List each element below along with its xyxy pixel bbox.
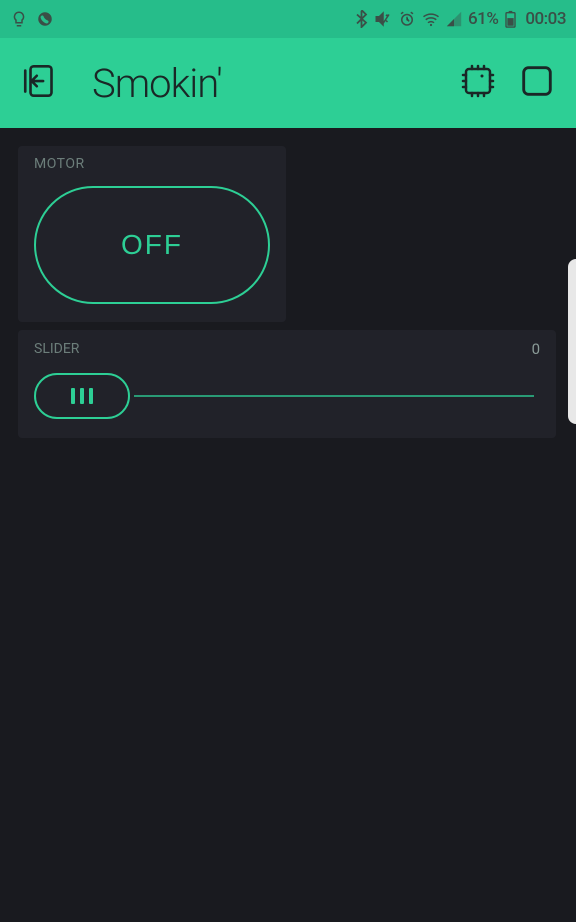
battery-icon [504, 10, 517, 28]
slider-label: SLIDER [34, 341, 79, 357]
page-title: Smokin' [92, 60, 428, 107]
motor-state-text: OFF [121, 229, 183, 261]
app-bar: Smokin' [0, 38, 576, 128]
motor-label: MOTOR [34, 156, 270, 172]
chip-icon[interactable] [458, 61, 498, 105]
exit-icon[interactable] [20, 60, 62, 106]
stop-icon[interactable] [518, 62, 556, 104]
phone-icon [36, 10, 54, 28]
slider-line [134, 395, 534, 397]
status-right: 61% 00:03 [355, 9, 566, 29]
status-left [10, 10, 54, 28]
grip-icon [89, 388, 93, 404]
mute-icon [374, 10, 392, 28]
status-bar: 61% 00:03 [0, 0, 576, 38]
clock-time: 00:03 [525, 9, 566, 29]
slider-value: 0 [532, 340, 540, 358]
alarm-icon [398, 10, 416, 28]
wifi-icon [422, 11, 440, 27]
bulb-icon [10, 10, 28, 28]
slider-thumb[interactable] [34, 373, 130, 419]
slider-widget: SLIDER 0 [18, 330, 556, 438]
battery-percent: 61% [468, 9, 498, 29]
content-area: MOTOR OFF SLIDER 0 [0, 128, 576, 456]
motor-widget: MOTOR OFF [18, 146, 286, 322]
grip-icon [71, 388, 75, 404]
bluetooth-icon [355, 10, 368, 28]
motor-toggle-button[interactable]: OFF [34, 186, 270, 304]
slider-track[interactable] [34, 372, 540, 420]
grip-icon [80, 388, 84, 404]
edge-panel-handle[interactable] [568, 259, 576, 424]
signal-icon [446, 11, 462, 27]
